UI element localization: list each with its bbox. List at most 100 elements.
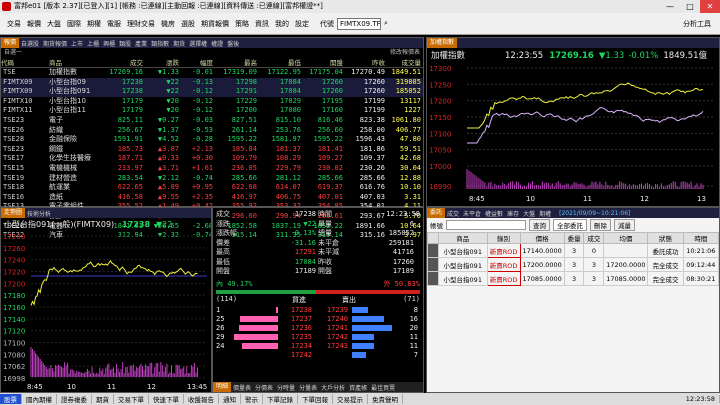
- book-row[interactable]: 17242 7: [213, 351, 423, 360]
- status-item-7[interactable]: 通知: [219, 394, 241, 404]
- status-item-4[interactable]: 交易下單: [114, 394, 149, 404]
- book-row[interactable]: 24 17234 17243 11: [213, 342, 423, 351]
- quote-tab-9[interactable]: 期貨: [171, 39, 187, 48]
- quote-row[interactable]: FIMTX09 小型台指091 17238 ▼22 -0.12 17291 17084 172…: [1, 87, 423, 97]
- quote-col-header[interactable]: 成交: [101, 57, 145, 68]
- quote-row[interactable]: TSE23 鋼鐵 185.73 ▲3.87 +2.13 185.84 181.37 181.4…: [1, 145, 423, 155]
- symbol-input[interactable]: [337, 17, 381, 30]
- close-button[interactable]: ✕: [700, 0, 720, 13]
- quote-row[interactable]: TSE15 電機機械 233.97 ▲3.71 +1.61 236.05 229.79 230…: [1, 164, 423, 174]
- menu-item-8[interactable]: 選股: [178, 19, 198, 29]
- detail-tab-7[interactable]: 最佳買賣: [369, 383, 397, 392]
- order-col-header[interactable]: 商品: [438, 232, 488, 244]
- filter-select[interactable]: 全部委託: [553, 219, 587, 231]
- quote-col-header[interactable]: 開盤: [303, 57, 345, 68]
- book-row[interactable]: 25 17237 17240 16: [213, 315, 423, 324]
- book-row[interactable]: 26 17236 17241 20: [213, 324, 423, 333]
- reduce-button[interactable]: 減量: [614, 219, 635, 231]
- delete-button[interactable]: 刪除: [590, 219, 611, 231]
- status-item-9[interactable]: 下單記錄: [263, 394, 298, 404]
- menu-item-2[interactable]: 大盤: [44, 19, 64, 29]
- order-col-header[interactable]: 均價: [603, 232, 649, 244]
- quote-tab-2[interactable]: 期貨報價: [41, 39, 69, 48]
- status-item-1[interactable]: 國內期權: [22, 394, 57, 404]
- quote-tab-6[interactable]: 類股: [117, 39, 133, 48]
- quote-tab-4[interactable]: 上櫃: [85, 39, 101, 48]
- quote-row[interactable]: FIMTX11 小型台指11 17179 ▼20 -0.12 17200 17080 1716…: [1, 106, 423, 116]
- menu-item-10[interactable]: 策略: [232, 19, 252, 29]
- quote-col-header[interactable]: 漲跌: [145, 57, 181, 68]
- detail-tab-2[interactable]: 分價表: [253, 383, 275, 392]
- status-item-11[interactable]: 交易提示: [333, 394, 368, 404]
- detail-tab-6[interactable]: 資產帳: [347, 383, 369, 392]
- quote-row[interactable]: FIMTX09 小型台指09 17238 ▼22 -0.13 17298 17084 1726…: [1, 77, 423, 88]
- quote-col-header[interactable]: 昨收: [345, 57, 387, 68]
- menu-item-6[interactable]: 理財交易: [124, 19, 158, 29]
- quote-row[interactable]: TSE19 建材營造 283.54 ▼2.12 -0.74 285.66 281.12 285…: [1, 174, 423, 184]
- analysis-tool-button[interactable]: 分析工具: [680, 19, 714, 29]
- order-col-header[interactable]: 錄別: [486, 232, 521, 244]
- order-col-header[interactable]: 價格: [519, 232, 565, 244]
- order-tab-4[interactable]: 庫存: [505, 209, 521, 218]
- quote-tab-7[interactable]: 產業: [133, 39, 149, 48]
- order-tab-0[interactable]: 委託: [427, 208, 446, 218]
- quote-row[interactable]: TSE17 化學生技醫療 187.71 ▲0.33 +0.30 109.79 108.29 1…: [1, 154, 423, 164]
- book-row[interactable]: 29 17235 17242 11: [213, 333, 423, 342]
- status-item-12[interactable]: 免責聲明: [368, 394, 403, 404]
- tab-technical[interactable]: 技術分析: [25, 209, 53, 218]
- quote-col-header[interactable]: 幅度: [181, 57, 215, 68]
- quote-row[interactable]: TSE 加權指數 17269.16 ▼1.33 -0.01 17319.09 17122.9…: [1, 68, 423, 78]
- quote-row[interactable]: TSE16 造紙 416.58 ▲9.55 +2.35 416.97 406.75 407.0…: [1, 193, 423, 203]
- status-item-2[interactable]: 證券複委: [57, 394, 92, 404]
- quote-col-header[interactable]: 成交量: [387, 57, 423, 68]
- order-col-header[interactable]: 委量: [563, 232, 585, 244]
- quote-tab-0[interactable]: 報價: [1, 38, 20, 48]
- search-icon[interactable]: ⌕: [384, 19, 388, 28]
- order-col-header[interactable]: 狀態: [647, 232, 684, 244]
- quote-row[interactable]: FIMTX10 小型台指10 17179 ▼20 -0.12 17229 17029 1719…: [1, 97, 423, 107]
- order-col-header[interactable]: [426, 232, 440, 244]
- book-row[interactable]: 1 17238 17239 8: [213, 306, 423, 315]
- minimize-button[interactable]: —: [660, 0, 680, 13]
- detail-tab-0[interactable]: 明細: [213, 382, 232, 392]
- menu-item-3[interactable]: 國際: [64, 19, 84, 29]
- quote-col-header[interactable]: 代碼: [1, 57, 49, 68]
- modify-quote-button[interactable]: 修改報價表: [390, 48, 420, 57]
- menu-item-0[interactable]: 交易: [4, 19, 24, 29]
- quote-col-header[interactable]: 商品: [49, 57, 101, 68]
- status-item-10[interactable]: 下單回報: [298, 394, 333, 404]
- menu-item-1[interactable]: 報價: [24, 19, 44, 29]
- menu-item-4[interactable]: 期權: [84, 19, 104, 29]
- detail-tab-5[interactable]: 大戶分析: [319, 383, 347, 392]
- quote-row[interactable]: TSE28 金融保險 1591.91 ▼4.52 -0.28 1595.22 1581.97…: [1, 135, 423, 145]
- account-select[interactable]: [446, 220, 526, 230]
- maximize-button[interactable]: □: [680, 0, 700, 13]
- quote-tab-5[interactable]: 興櫃: [101, 39, 117, 48]
- quote-row[interactable]: TSE26 紡織 256.67 ▼1.37 -0.53 261.14 253.76 256.6…: [1, 126, 423, 136]
- status-item-0[interactable]: 股票: [0, 394, 22, 404]
- quote-row[interactable]: TSE18 航運業 622.65 ▲5.89 +0.95 622.68 614.07 619.…: [1, 183, 423, 193]
- quote-tab-1[interactable]: 自選股: [19, 39, 41, 48]
- order-col-header[interactable]: 成交: [583, 232, 605, 244]
- order-row[interactable]: 小型台指091 新賣ROD 17200.0000 3 3 17200.0000 完全成交 09…: [426, 257, 720, 272]
- order-row[interactable]: 小型台指091 新賣ROD 17085.0000 3 3 17085.0000 完全成交 08…: [426, 271, 720, 286]
- menu-item-9[interactable]: 期貨報價: [198, 19, 232, 29]
- menu-item-11[interactable]: 資訊: [252, 19, 272, 29]
- menu-item-12[interactable]: 我的: [272, 19, 292, 29]
- order-row[interactable]: 小型台指091 新賣ROD 17140.0000 3 0 委託成功 10:21:06: [426, 243, 720, 258]
- status-item-5[interactable]: 快速下單: [149, 394, 184, 404]
- quote-tab-11[interactable]: 權證: [209, 39, 225, 48]
- watchlist-name[interactable]: 自選一: [4, 48, 22, 57]
- menu-item-13[interactable]: 設定: [292, 19, 312, 29]
- quote-col-header[interactable]: 最低: [259, 57, 303, 68]
- detail-tab-4[interactable]: 分量表: [297, 383, 319, 392]
- quote-tab-10[interactable]: 選擇權: [187, 39, 209, 48]
- order-tab-3[interactable]: 權益數: [483, 209, 505, 218]
- order-tab-2[interactable]: 未平倉: [461, 209, 483, 218]
- order-col-header[interactable]: 時間: [682, 232, 720, 244]
- status-item-6[interactable]: 收盤報告: [184, 394, 219, 404]
- quote-tab-8[interactable]: 類指數: [149, 39, 171, 48]
- status-item-3[interactable]: 期貨: [92, 394, 114, 404]
- quote-tab-12[interactable]: 盤後: [225, 39, 241, 48]
- order-tab-1[interactable]: 成交: [445, 209, 461, 218]
